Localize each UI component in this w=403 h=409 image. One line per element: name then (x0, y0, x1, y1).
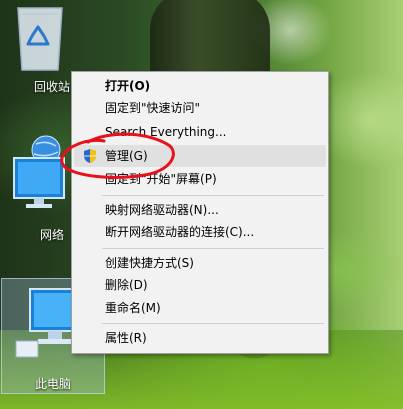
menu-item-label: 固定到"开始"屏幕(P) (105, 172, 217, 186)
menu-item-label: 创建快捷方式(S) (105, 256, 194, 270)
network-icon (13, 135, 65, 208)
menu-item-search-everything[interactable]: Search Everything... (74, 121, 326, 143)
menu-separator (102, 323, 324, 324)
menu-item-label: 重命名(M) (105, 301, 161, 315)
menu-item-label: 删除(D) (105, 278, 148, 292)
menu-item-label: Search Everything... (105, 125, 227, 139)
menu-separator (102, 195, 324, 196)
menu-item-pin-quick-access[interactable]: 固定到"快速访问" (74, 97, 326, 119)
menu-item-label: 管理(G) (105, 149, 148, 163)
recycle-bin-icon (17, 7, 63, 71)
menu-item-properties[interactable]: 属性(R) (74, 327, 326, 349)
menu-item-label: 映射网络驱动器(N)... (105, 203, 219, 217)
desktop-icon-recycle-bin[interactable]: 回收站 (8, 0, 80, 95)
menu-item-label: 固定到"快速访问" (105, 101, 201, 115)
menu-item-map-network-drive[interactable]: 映射网络驱动器(N)... (74, 199, 326, 221)
menu-item-label: 断开网络驱动器的连接(C)... (105, 225, 255, 239)
menu-item-manage[interactable]: 管理(G) (74, 145, 326, 167)
recycle-bin-label: 回收站 (34, 80, 71, 94)
context-menu: 打开(O) 固定到"快速访问" Search Everything... 管理(… (71, 71, 329, 354)
menu-item-label: 属性(R) (105, 331, 147, 345)
this-pc-label: 此电脑 (34, 377, 71, 391)
menu-item-open[interactable]: 打开(O) (74, 75, 326, 97)
menu-item-disconnect-network-drive[interactable]: 断开网络驱动器的连接(C)... (74, 221, 326, 243)
menu-item-pin-start[interactable]: 固定到"开始"屏幕(P) (74, 168, 326, 190)
uac-shield-icon (84, 149, 96, 163)
menu-separator (102, 248, 324, 249)
menu-item-delete[interactable]: 删除(D) (74, 274, 326, 296)
network-label: 网络 (40, 228, 65, 242)
menu-item-create-shortcut[interactable]: 创建快捷方式(S) (74, 252, 326, 274)
menu-item-label: 打开(O) (105, 79, 151, 93)
menu-item-rename[interactable]: 重命名(M) (74, 297, 326, 319)
desktop-icon-network[interactable]: 网络 (6, 128, 78, 243)
